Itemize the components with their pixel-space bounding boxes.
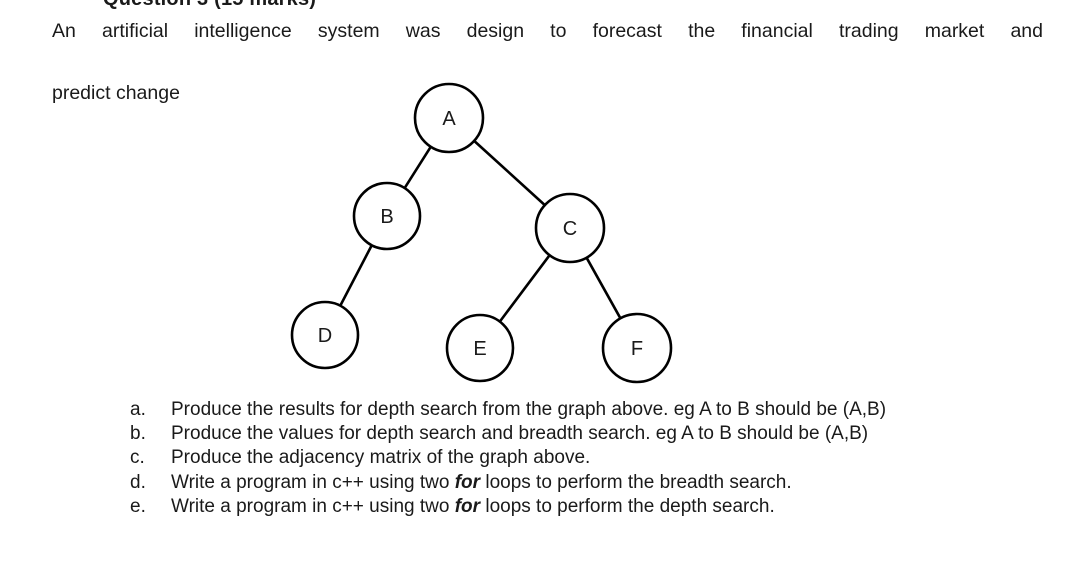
question-item-a: a. Produce the results for depth search f… [130, 398, 1070, 422]
graph-node-a: A [413, 82, 485, 154]
question-marker: a. [130, 399, 146, 420]
question-heading-clipped: Question 3 (15 marks) [0, 0, 1083, 9]
question-text-after: loops to perform the breadth search. [480, 471, 792, 493]
document-page: Question 3 (15 marks) An artificial inte… [0, 0, 1083, 579]
graph-node-f: F [601, 312, 673, 384]
graph-edge-a-c [472, 139, 547, 207]
question-text-before: Produce the results for depth search fro… [171, 399, 887, 420]
graph-edge-a-b [403, 145, 433, 190]
question-item-b: b. Produce the values for depth search an… [130, 422, 1070, 446]
graph-node-label-b: B [380, 206, 393, 228]
graph-svg: A B C D E F [290, 82, 673, 384]
question-text-before: Write a program in c++ using two [171, 471, 455, 493]
graph-node-b: B [352, 181, 422, 251]
graph-node-c: C [534, 192, 606, 264]
question-text: Produce the adjacency matrix of the grap… [171, 446, 1070, 470]
graph-figure: A B C D E F [0, 72, 1083, 392]
question-item-c: c. Produce the adjacency matrix of the gr… [130, 446, 1070, 470]
graph-edge-c-e [498, 253, 551, 323]
question-marker: b. [130, 423, 146, 445]
graph-node-label-f: F [631, 338, 643, 360]
question-text: Write a program in c++ using two for loo… [171, 471, 1070, 495]
question-keyword-for: for [454, 495, 481, 517]
question-heading-text: Question 3 (15 marks) [103, 0, 316, 9]
question-text-before: Produce the adjacency matrix of the grap… [171, 447, 591, 469]
question-marker: c. [130, 447, 145, 469]
graph-node-label-c: C [563, 218, 577, 240]
graph-edge-c-f [585, 256, 622, 320]
graph-node-label-e: E [473, 338, 486, 360]
graph-node-label-d: D [318, 325, 332, 347]
intro-line-1: An artificial intelligence system was de… [52, 20, 1043, 42]
question-text: Produce the results for depth search fro… [171, 398, 1070, 422]
question-text: Write a program in c++ using two for loo… [171, 495, 1070, 519]
question-marker: d. [130, 471, 146, 493]
question-marker: e. [130, 495, 146, 517]
graph-node-label-a: A [442, 108, 456, 130]
question-item-e: e. Write a program in c++ using two for l… [130, 495, 1070, 519]
question-text-before: Write a program in c++ using two [171, 495, 455, 517]
question-text-before: Produce the values for depth search and … [171, 423, 869, 445]
question-item-d: d. Write a program in c++ using two for l… [130, 471, 1070, 495]
question-list: a. Produce the results for depth search f… [130, 398, 1070, 519]
question-text: Produce the values for depth search and … [171, 422, 1070, 446]
graph-edge-b-d [338, 243, 374, 308]
graph-node-d: D [290, 300, 360, 370]
graph-node-e: E [445, 313, 515, 383]
question-keyword-for: for [454, 471, 481, 493]
question-text-after: loops to perform the depth search. [480, 495, 775, 517]
